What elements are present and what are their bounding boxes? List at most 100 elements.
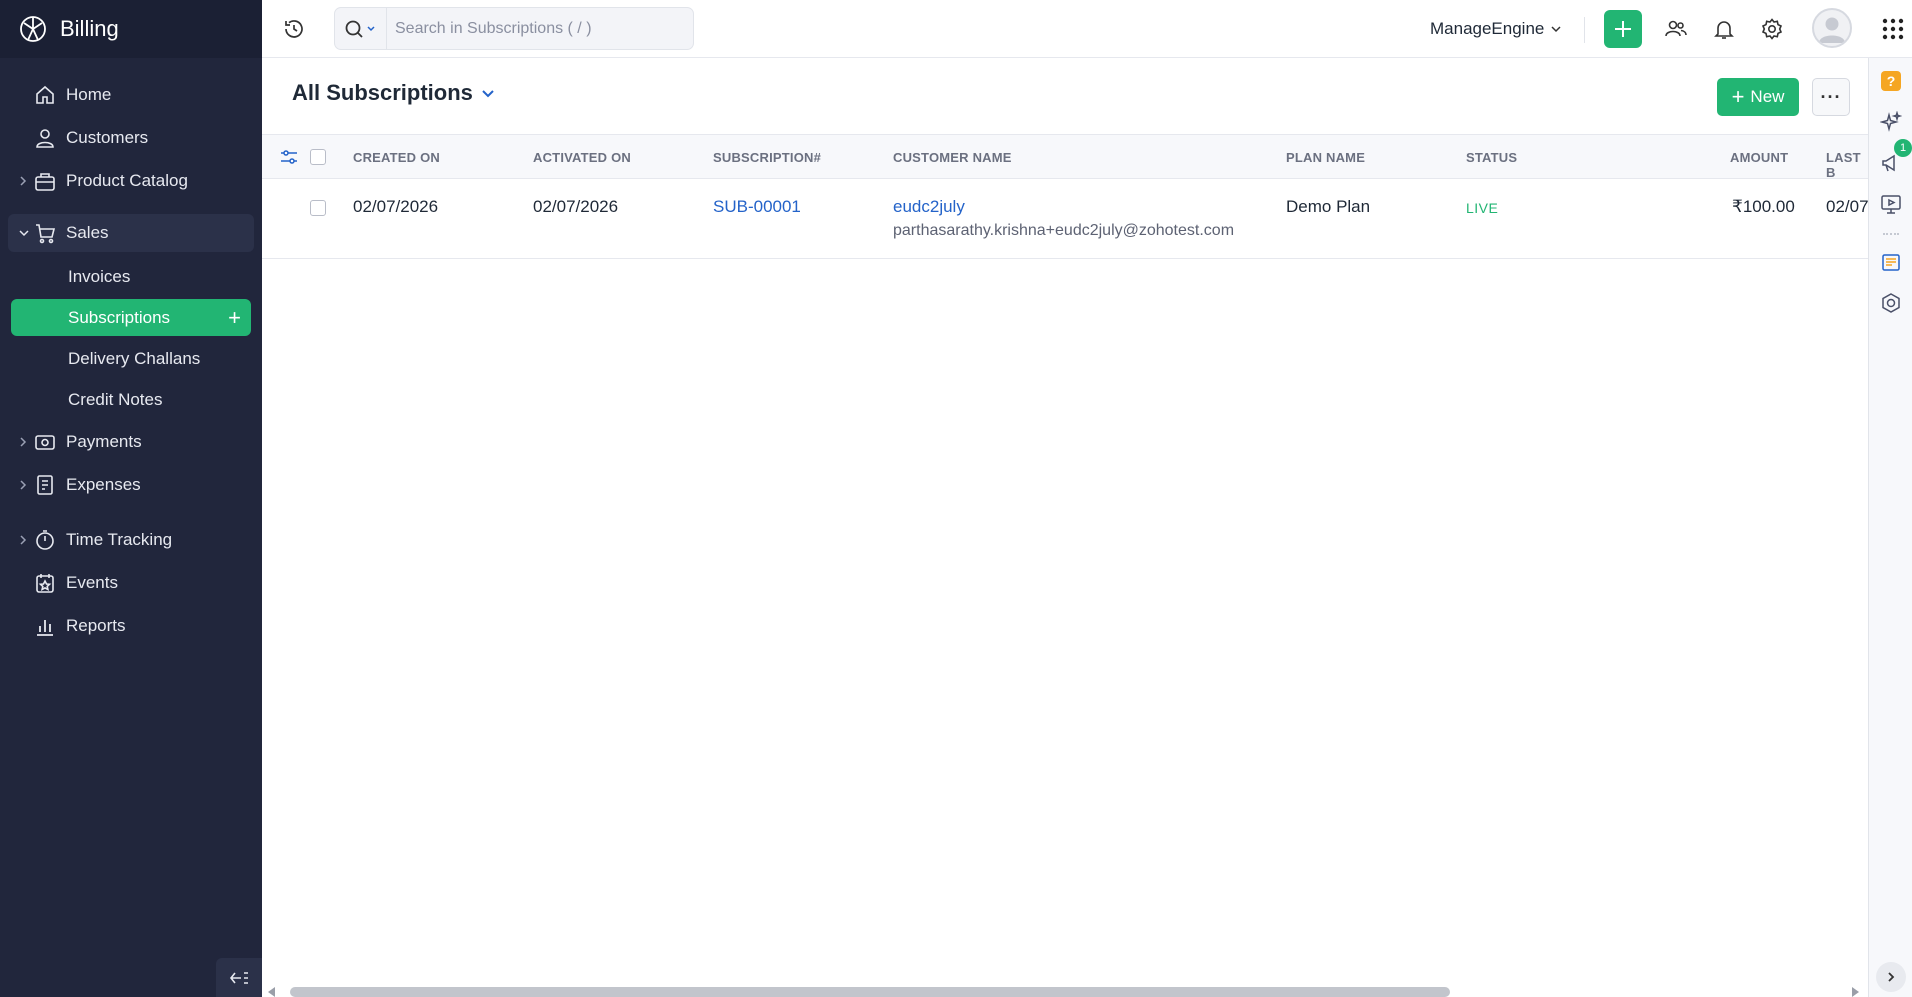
sidebar-item-label: Home bbox=[66, 84, 112, 104]
view-selector[interactable]: All Subscriptions bbox=[292, 80, 495, 106]
sidebar-item-product-catalog[interactable]: Product Catalog bbox=[0, 159, 262, 202]
status-badge: LIVE bbox=[1466, 200, 1499, 216]
payment-icon bbox=[35, 434, 55, 450]
sidebar-item-reports[interactable]: Reports bbox=[0, 604, 262, 647]
new-subscription-button[interactable]: + New bbox=[1717, 78, 1799, 116]
chevron-right-icon[interactable] bbox=[17, 479, 29, 491]
search-icon bbox=[345, 20, 375, 38]
video-tutorial-icon[interactable] bbox=[1880, 193, 1902, 215]
select-all-checkbox[interactable] bbox=[310, 149, 326, 165]
scroll-right-icon[interactable] bbox=[1852, 987, 1859, 997]
gear-icon[interactable] bbox=[1760, 17, 1784, 41]
sidebar-item-credit-notes[interactable]: Credit Notes bbox=[0, 379, 262, 420]
recent-history-icon[interactable] bbox=[282, 17, 306, 41]
ai-sparkle-icon[interactable] bbox=[1880, 111, 1902, 133]
new-button-label: New bbox=[1750, 87, 1785, 106]
sidebar-item-label: Credit Notes bbox=[68, 389, 163, 409]
referral-users-icon[interactable] bbox=[1664, 17, 1688, 41]
sidebar-item-label: Product Catalog bbox=[66, 170, 188, 190]
chevron-down-icon bbox=[482, 90, 494, 98]
bell-icon[interactable] bbox=[1712, 17, 1736, 41]
add-subscription-icon[interactable]: + bbox=[228, 305, 241, 331]
cell-activated-on: 02/07/2026 bbox=[533, 197, 619, 216]
cell-created-on: 02/07/2026 bbox=[353, 197, 439, 216]
column-header-plan-name[interactable]: PLAN NAME bbox=[1286, 150, 1365, 165]
brand[interactable]: Billing bbox=[0, 0, 262, 58]
sidebar-item-label: Subscriptions bbox=[68, 307, 171, 327]
more-options-button[interactable]: ··· bbox=[1812, 78, 1850, 116]
cart-icon bbox=[36, 224, 56, 244]
chevron-down-icon[interactable] bbox=[18, 227, 30, 239]
avatar[interactable] bbox=[1812, 8, 1852, 48]
search-box[interactable] bbox=[334, 7, 694, 50]
customer-name-link[interactable]: eudc2july bbox=[893, 197, 965, 217]
sidebar-item-label: Time Tracking bbox=[66, 529, 173, 549]
org-name: ManageEngine bbox=[1430, 19, 1545, 38]
sidebar-item-label: Payments bbox=[66, 431, 142, 451]
table-area: CREATED ON ACTIVATED ON SUBSCRIPTION# CU… bbox=[262, 135, 1868, 259]
bag-icon bbox=[35, 172, 55, 191]
column-header-created-on[interactable]: CREATED ON bbox=[353, 150, 440, 165]
sidebar-item-payments[interactable]: Payments bbox=[0, 420, 262, 463]
table-header: CREATED ON ACTIVATED ON SUBSCRIPTION# CU… bbox=[262, 135, 1868, 180]
column-header-subscription-no[interactable]: SUBSCRIPTION# bbox=[713, 150, 821, 165]
svg-text:?: ? bbox=[1887, 73, 1896, 89]
topbar-divider bbox=[1584, 17, 1585, 43]
search-filter-dropdown[interactable] bbox=[335, 7, 387, 50]
app-launcher-icon[interactable] bbox=[1882, 18, 1904, 40]
chevron-down-icon bbox=[1551, 26, 1561, 33]
stopwatch-icon bbox=[36, 529, 54, 550]
notification-count-badge: 1 bbox=[1894, 139, 1912, 157]
help-icon[interactable]: ? bbox=[1880, 70, 1902, 92]
column-header-activated-on[interactable]: ACTIVATED ON bbox=[533, 150, 631, 165]
chevron-right-icon[interactable] bbox=[17, 436, 29, 448]
sidebar-item-delivery-challans[interactable]: Delivery Challans bbox=[0, 338, 262, 379]
scroll-left-icon[interactable] bbox=[268, 987, 275, 997]
integrations-icon[interactable] bbox=[1880, 292, 1902, 314]
column-header-last-billed[interactable]: LAST B bbox=[1826, 150, 1868, 180]
column-filter-icon[interactable] bbox=[280, 148, 298, 166]
column-header-customer-name[interactable]: CUSTOMER NAME bbox=[893, 150, 1012, 165]
app-name: Billing bbox=[60, 16, 119, 41]
plus-icon: + bbox=[1731, 84, 1745, 109]
sidebar-item-events[interactable]: Events bbox=[0, 561, 262, 604]
cell-last-billed: 02/07 bbox=[1826, 197, 1868, 216]
search-input[interactable] bbox=[387, 19, 677, 38]
event-icon bbox=[36, 573, 54, 593]
chevron-right-icon[interactable] bbox=[17, 534, 29, 546]
collapse-sidebar-button[interactable] bbox=[216, 958, 262, 997]
sidebar: Billing Home Customers Product Catalog S… bbox=[0, 0, 262, 997]
sidebar-item-label: Sales bbox=[66, 223, 109, 242]
expand-rail-button[interactable] bbox=[1876, 962, 1906, 992]
plus-icon bbox=[1615, 21, 1631, 37]
sidebar-item-invoices[interactable]: Invoices bbox=[0, 256, 262, 297]
more-options-icon: ··· bbox=[1820, 86, 1842, 107]
scrollbar-thumb[interactable] bbox=[290, 987, 1450, 997]
right-rail: ? 1 bbox=[1868, 58, 1912, 997]
receipt-icon bbox=[37, 474, 53, 495]
sidebar-item-subscriptions[interactable]: Subscriptions + bbox=[11, 299, 251, 336]
table-row[interactable]: 02/07/2026 02/07/2026 SUB-00001 eudc2jul… bbox=[262, 179, 1868, 259]
page-title: All Subscriptions bbox=[292, 80, 473, 105]
quick-create-button[interactable] bbox=[1604, 10, 1642, 48]
subscription-number-link[interactable]: SUB-00001 bbox=[713, 197, 801, 217]
rail-divider bbox=[1883, 233, 1899, 235]
sidebar-item-home[interactable]: Home bbox=[0, 73, 262, 116]
chevron-right-icon[interactable] bbox=[17, 175, 29, 187]
cell-amount: ₹100.00 bbox=[1732, 197, 1795, 216]
sidebar-item-label: Invoices bbox=[68, 266, 131, 286]
sidebar-item-time-tracking[interactable]: Time Tracking bbox=[0, 518, 262, 561]
billing-logo-icon bbox=[20, 16, 46, 42]
forms-icon[interactable] bbox=[1880, 251, 1902, 273]
row-checkbox[interactable] bbox=[310, 200, 326, 216]
org-switcher[interactable]: ManageEngine bbox=[1430, 19, 1562, 39]
page-header: All Subscriptions + New ··· bbox=[262, 58, 1868, 135]
sidebar-item-expenses[interactable]: Expenses bbox=[0, 463, 262, 506]
main-content: All Subscriptions + New ··· CREATED ON A… bbox=[262, 58, 1868, 997]
home-icon bbox=[36, 85, 54, 104]
horizontal-scrollbar[interactable] bbox=[262, 985, 1868, 997]
sidebar-item-customers[interactable]: Customers bbox=[0, 116, 262, 159]
column-header-status[interactable]: STATUS bbox=[1466, 150, 1517, 165]
sidebar-item-sales[interactable]: Sales bbox=[8, 214, 254, 252]
column-header-amount[interactable]: AMOUNT bbox=[1730, 150, 1788, 165]
